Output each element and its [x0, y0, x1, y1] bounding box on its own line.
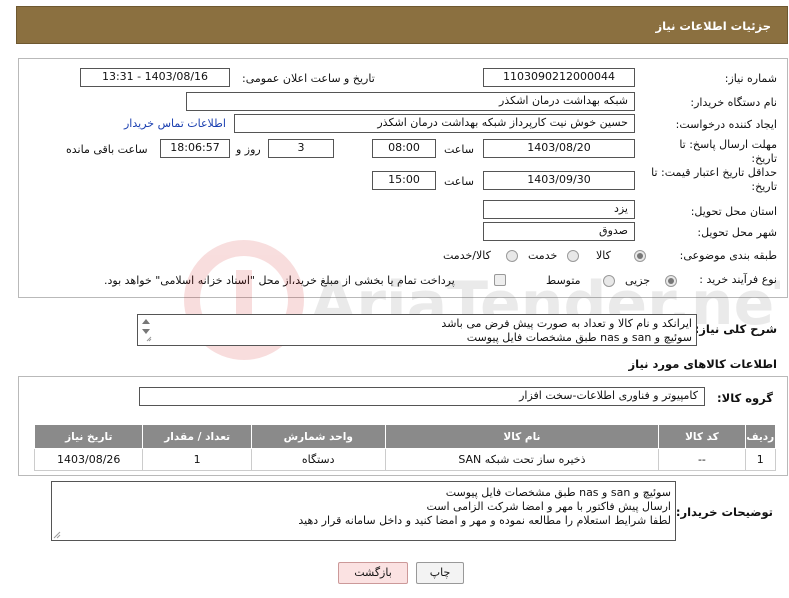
buyer-notes-line-1: سوئیچ و san و nas طبق مشخصات فایل پیوست	[445, 486, 671, 499]
remaining-label: ساعت باقی مانده	[66, 143, 148, 156]
announce-label: تاریخ و ساعت اعلان عمومی:	[242, 72, 375, 85]
col-header-date: تاریخ نیاز	[33, 424, 144, 449]
days-and-label: روز و	[236, 143, 261, 156]
col-header-unit: واحد شمارش	[250, 424, 386, 449]
payment-note: پرداخت تمام یا بخشی از مبلغ خرید،از محل …	[104, 274, 455, 287]
page-title: جزئیات اطلاعات نیاز	[655, 19, 771, 33]
remaining-time-field: 18:06:57	[160, 139, 230, 158]
category-radio-goods[interactable]	[634, 250, 646, 262]
cell-qty: 1	[142, 448, 252, 471]
print-button[interactable]: چاپ	[416, 562, 464, 584]
category-radio-both[interactable]	[506, 250, 518, 262]
contact-buyer-link[interactable]: اطلاعات تماس خریدار	[124, 117, 226, 130]
process-label: نوع فرآیند خرید :	[699, 273, 777, 286]
province-label: استان محل تحویل:	[690, 205, 777, 218]
need-number-field: 1103090212000044	[483, 68, 635, 87]
buyer-notes-line-2: ارسال پیش فاکتور با مهر و امضا شرکت الزا…	[426, 500, 671, 513]
validity-time-label: ساعت	[444, 175, 474, 188]
process-option-minor: جزیی	[625, 274, 651, 287]
back-button[interactable]: بازگشت	[338, 562, 408, 584]
table-header-row: ردیف کد کالا نام کالا واحد شمارش تعداد /…	[33, 424, 777, 449]
reply-time-label: ساعت	[444, 143, 474, 156]
city-field: صدوق	[483, 222, 635, 241]
description-line-1: ایرانکد و نام کالا و تعداد به صورت پیش ف…	[441, 317, 692, 330]
buyer-org-label: نام دستگاه خریدار:	[690, 96, 777, 109]
validity-time-field: 15:00	[372, 171, 436, 190]
buyer-notes-textarea[interactable]: سوئیچ و san و nas طبق مشخصات فایل پیوست …	[51, 481, 676, 541]
reply-deadline-label: مهلت ارسال پاسخ: تا تاریخ:	[679, 138, 777, 165]
category-option-goods: کالا	[596, 249, 611, 262]
resize-handle-icon[interactable]	[53, 531, 61, 539]
requester-field: حسین خوش نیت کارپرداز شبکه بهداشت درمان …	[234, 114, 635, 133]
province-field: یزد	[483, 200, 635, 219]
days-field: 3	[268, 139, 334, 158]
col-header-qty: تعداد / مقدار	[142, 424, 252, 449]
category-radio-service[interactable]	[567, 250, 579, 262]
col-header-code: کد کالا	[658, 424, 746, 449]
category-option-service: خدمت	[528, 249, 558, 262]
description-label: شرح کلی نیاز:	[694, 322, 777, 336]
cell-name: ذخیره ساز تحت شبکه SAN	[384, 448, 660, 471]
price-validity-label: حداقل تاریخ اعتبار قیمت: تا تاریخ:	[651, 166, 777, 193]
cell-index: 1	[744, 448, 777, 471]
table-row[interactable]: 1 -- ذخیره ساز تحت شبکه SAN دستگاه 1 140…	[33, 448, 777, 471]
process-radio-medium[interactable]	[603, 275, 615, 287]
cell-code: --	[658, 448, 746, 471]
need-number-label: شماره نیاز:	[724, 72, 777, 85]
cell-unit: دستگاه	[250, 448, 386, 471]
buyer-org-field: شبکه بهداشت درمان اشکذر	[186, 92, 635, 111]
process-option-medium: متوسط	[546, 274, 581, 287]
reply-time-field: 08:00	[372, 139, 436, 158]
col-header-name: نام کالا	[384, 424, 660, 449]
col-header-index: ردیف	[744, 424, 777, 449]
buyer-notes-label: توضیحات خریدار:	[675, 505, 773, 519]
goods-table: ردیف کد کالا نام کالا واحد شمارش تعداد /…	[33, 424, 777, 471]
announce-field: 1403/08/16 - 13:31	[80, 68, 230, 87]
requester-label: ایجاد کننده درخواست:	[675, 118, 777, 131]
category-option-both: کالا/خدمت	[443, 249, 491, 262]
description-line-2: سوئیچ و san و nas طبق مشخصات فایل پیوست	[466, 331, 692, 344]
goods-group-label: گروه کالا:	[717, 391, 773, 405]
validity-date-field: 1403/09/30	[483, 171, 635, 190]
description-textarea[interactable]: ایرانکد و نام کالا و تعداد به صورت پیش ف…	[137, 314, 697, 346]
page-header: جزئیات اطلاعات نیاز	[16, 6, 788, 44]
buyer-notes-line-3: لطفا شرایط استعلام را مطالعه نموده و مهر…	[298, 514, 671, 527]
goods-group-field: کامپیوتر و فناوری اطلاعات-سخت افزار	[139, 387, 705, 406]
goods-section-title: اطلاعات کالاهای مورد نیاز	[628, 357, 777, 371]
cell-date: 1403/08/26	[33, 448, 144, 471]
payment-checkbox[interactable]	[494, 274, 506, 286]
reply-date-field: 1403/08/20	[483, 139, 635, 158]
category-label: طبقه بندی موضوعی:	[679, 249, 777, 262]
process-radio-minor[interactable]	[665, 275, 677, 287]
city-label: شهر محل تحویل:	[697, 226, 777, 239]
description-scrollbar[interactable]	[140, 316, 152, 342]
